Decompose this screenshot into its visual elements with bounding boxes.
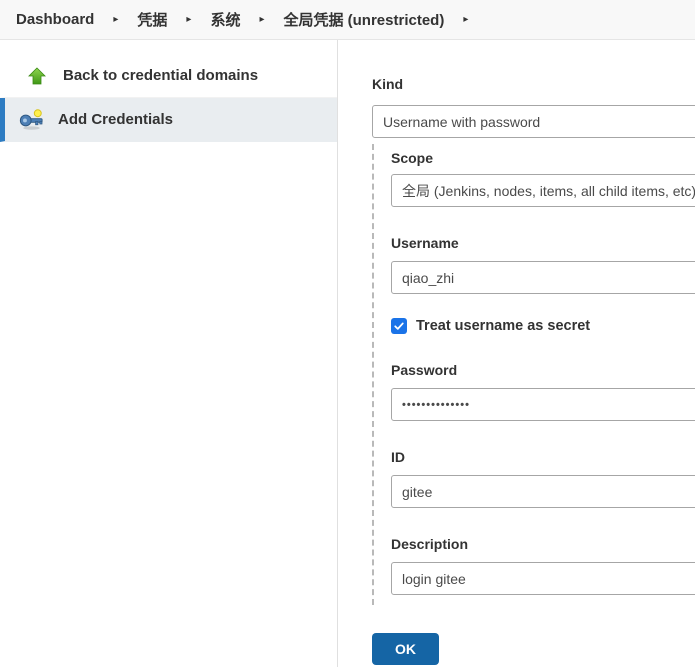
sidebar-item-back-to-credential-domains[interactable]: Back to credential domains bbox=[0, 54, 337, 98]
breadcrumb-bar: Dashboard ▸ 凭据 ▸ 系统 ▸ 全局凭据 (unrestricted… bbox=[0, 0, 695, 40]
password-input[interactable] bbox=[391, 388, 695, 421]
username-label: Username bbox=[391, 233, 695, 253]
add-credentials-form: Kind Username with password Scope 全局 (Je… bbox=[338, 40, 695, 667]
scope-select[interactable]: 全局 (Jenkins, nodes, items, all child ite… bbox=[391, 174, 695, 207]
breadcrumb: Dashboard ▸ 凭据 ▸ 系统 ▸ 全局凭据 (unrestricted… bbox=[16, 9, 468, 30]
key-icon bbox=[19, 108, 45, 132]
treat-username-checkbox-label[interactable]: Treat username as secret bbox=[416, 318, 590, 334]
sidebar-item-label: Add Credentials bbox=[58, 111, 173, 128]
description-label: Description bbox=[391, 534, 695, 554]
sidebar-item-label: Back to credential domains bbox=[63, 67, 258, 84]
treat-username-as-secret-row: Treat username as secret bbox=[391, 318, 695, 334]
ok-button[interactable]: OK bbox=[372, 633, 439, 665]
breadcrumb-item-global-credentials[interactable]: 全局凭据 (unrestricted) bbox=[283, 9, 444, 30]
chevron-right-icon: ▸ bbox=[259, 14, 264, 25]
treat-username-checkbox[interactable] bbox=[391, 318, 407, 334]
scope-label: Scope bbox=[391, 148, 695, 168]
breadcrumb-item-dashboard[interactable]: Dashboard bbox=[16, 11, 94, 28]
chevron-right-icon[interactable]: ▸ bbox=[463, 14, 468, 25]
page: Dashboard ▸ 凭据 ▸ 系统 ▸ 全局凭据 (unrestricted… bbox=[0, 0, 695, 667]
sidebar: Back to credential domains Add Credentia… bbox=[0, 40, 338, 667]
password-label: Password bbox=[391, 360, 695, 380]
credential-details-section: Scope 全局 (Jenkins, nodes, items, all chi… bbox=[372, 144, 695, 605]
id-input[interactable] bbox=[391, 475, 695, 508]
kind-label: Kind bbox=[372, 74, 695, 94]
sidebar-item-add-credentials[interactable]: Add Credentials bbox=[0, 98, 337, 142]
id-label: ID bbox=[391, 447, 695, 467]
chevron-right-icon: ▸ bbox=[113, 14, 118, 25]
username-input[interactable] bbox=[391, 261, 695, 294]
breadcrumb-item-system[interactable]: 系统 bbox=[210, 9, 240, 30]
breadcrumb-item-credentials[interactable]: 凭据 bbox=[137, 9, 167, 30]
chevron-right-icon: ▸ bbox=[186, 14, 191, 25]
content-area: Back to credential domains Add Credentia… bbox=[0, 40, 695, 667]
arrow-up-icon bbox=[24, 64, 50, 88]
kind-select[interactable]: Username with password bbox=[372, 105, 695, 138]
description-input[interactable] bbox=[391, 562, 695, 595]
